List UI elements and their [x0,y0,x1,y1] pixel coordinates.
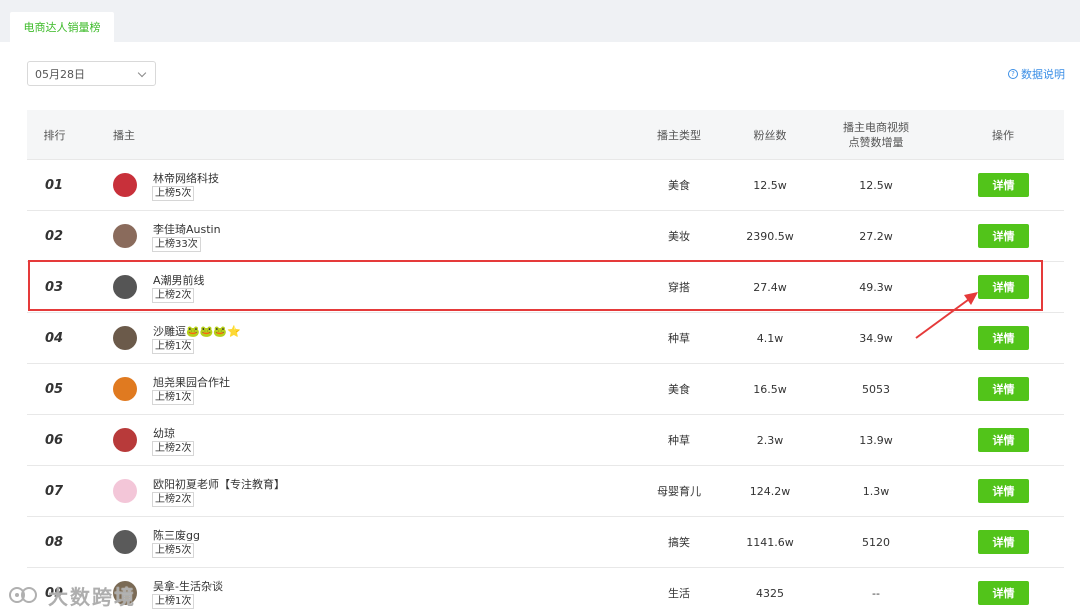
data-description-label: 数据说明 [1021,68,1065,81]
anchor-type: 搞笑 [668,536,690,549]
avatar[interactable] [113,479,137,503]
anchor-type: 母婴育儿 [657,485,701,498]
question-circle-icon: ? [1008,69,1018,79]
row-rank: 05 [45,381,64,397]
anchor-name[interactable]: 李佳琦Austin [153,221,221,237]
row-rank: 01 [45,177,64,193]
fans-count: 12.5w [753,178,787,192]
anchor-name[interactable]: A潮男前线 [153,272,205,288]
table-row: 04 沙雕逗🐸🐸🐸⭐ 上榜1次 种草 4.1w 34.9w 详情 [27,313,1064,364]
anchor-name[interactable]: 林帝网络科技 [153,170,219,186]
tab-bar: 电商达人销量榜 [0,0,1080,42]
watermark: 大数跨境 [8,578,136,612]
fans-count: 4325 [756,586,784,600]
table-row: 01 林帝网络科技 上榜5次 美食 12.5w 12.5w 详情 [27,160,1064,211]
fans-count: 4.1w [756,331,784,345]
rank-count-badge: 上榜5次 [152,186,195,201]
arrow-annotation-icon [915,292,978,339]
header-anchor: 播主 [113,128,135,142]
anchor-type: 美食 [668,383,690,396]
watermark-logo-icon [9,587,37,603]
anchor-name[interactable]: 幼琼 [153,425,175,441]
fans-count: 2.3w [756,433,784,447]
header-likes-line2: 点赞数增量 [848,136,904,149]
rank-count-badge: 上榜5次 [152,543,195,558]
avatar[interactable] [113,377,137,401]
row-rank: 04 [45,330,64,346]
rank-count-badge: 上榜1次 [152,339,195,354]
rank-count-badge: 上榜1次 [152,390,195,405]
date-select[interactable]: 05月28日 [27,61,156,86]
anchor-name[interactable]: 吴拿-生活杂谈 [153,578,223,594]
likes-increment: 27.2w [859,229,893,243]
header-rank: 排行 [43,128,66,142]
date-select-value: 05月28日 [35,67,85,81]
fans-count: 1141.6w [746,535,794,549]
anchor-type: 种草 [668,434,690,447]
detail-button[interactable]: 详情 [978,173,1029,197]
rank-count-badge: 上榜33次 [152,237,201,252]
likes-increment: 12.5w [859,178,893,192]
row-rank: 07 [45,483,64,499]
avatar[interactable] [113,173,137,197]
likes-increment: -- [872,586,880,600]
avatar[interactable] [113,224,137,248]
avatar[interactable] [113,428,137,452]
table-row: 02 李佳琦Austin 上榜33次 美妆 2390.5w 27.2w 详情 [27,211,1064,262]
table-row: 07 欧阳初夏老师【专注教育】 上榜2次 母婴育儿 124.2w 1.3w 详情 [27,466,1064,517]
table-row: 05 旭尧果园合作社 上榜1次 美食 16.5w 5053 详情 [27,364,1064,415]
detail-button[interactable]: 详情 [978,581,1029,605]
anchor-type: 生活 [668,587,690,600]
header-type: 播主类型 [657,128,701,142]
anchor-type: 美食 [668,179,690,192]
likes-increment: 5120 [862,535,890,549]
table-row: 03 A潮男前线 上榜2次 穿搭 27.4w 49.3w 详情 [27,262,1064,313]
likes-increment: 1.3w [862,484,890,498]
fans-count: 2390.5w [746,229,794,243]
rank-count-badge: 上榜1次 [152,594,195,609]
likes-increment: 13.9w [859,433,893,447]
likes-increment: 5053 [862,382,890,396]
rank-count-badge: 上榜2次 [152,492,195,507]
watermark-text: 大数跨境 [48,584,136,609]
detail-button[interactable]: 详情 [978,530,1029,554]
detail-button[interactable]: 详情 [978,377,1029,401]
anchor-name[interactable]: 欧阳初夏老师【专注教育】 [153,476,285,492]
avatar[interactable] [113,530,137,554]
avatar[interactable] [113,275,137,299]
avatar[interactable] [113,326,137,350]
row-rank: 03 [45,279,64,295]
header-likes: 播主电商视频 点赞数增量 [816,110,936,160]
row-rank: 06 [45,432,64,448]
header-likes-line1: 播主电商视频 [843,121,909,134]
fans-count: 124.2w [749,484,791,498]
header-action: 操作 [992,128,1014,142]
row-rank: 08 [45,534,64,550]
table-row: 06 幼琼 上榜2次 种草 2.3w 13.9w 详情 [27,415,1064,466]
fans-count: 27.4w [753,280,787,294]
anchor-type: 种草 [668,332,690,345]
anchor-name[interactable]: 旭尧果园合作社 [153,374,230,390]
detail-button[interactable]: 详情 [978,224,1029,248]
table-row: 08 陈三废gg 上榜5次 搞笑 1141.6w 5120 详情 [27,517,1064,568]
rank-count-badge: 上榜2次 [152,441,195,456]
detail-button[interactable]: 详情 [978,428,1029,452]
anchor-type: 穿搭 [668,281,690,294]
tab-sales-ranking[interactable]: 电商达人销量榜 [10,12,114,42]
row-rank: 02 [45,228,64,244]
rank-count-badge: 上榜2次 [152,288,195,303]
anchor-name[interactable]: 沙雕逗🐸🐸🐸⭐ [153,323,241,339]
chevron-down-icon [137,68,147,78]
detail-button[interactable]: 详情 [978,479,1029,503]
table-row: 09 吴拿-生活杂谈 上榜1次 生活 4325 -- 详情 [27,568,1064,615]
anchor-name[interactable]: 陈三废gg [153,527,200,543]
table-header: 排行 播主 播主类型 粉丝数 播主电商视频 点赞数增量 操作 [27,110,1064,160]
data-description-link[interactable]: ? 数据说明 [1008,66,1065,82]
fans-count: 16.5w [753,382,787,396]
anchor-type: 美妆 [668,230,690,243]
header-fans: 粉丝数 [753,128,787,142]
